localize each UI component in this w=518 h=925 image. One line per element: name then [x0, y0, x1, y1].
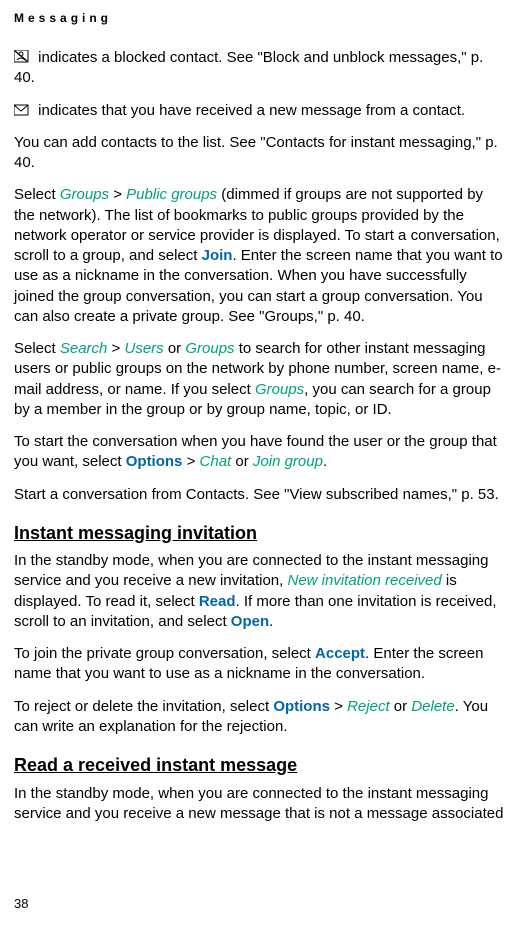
- page-header: Messaging: [14, 10, 504, 26]
- public-groups-link: Public groups: [126, 186, 217, 203]
- new-invitation-link: New invitation received: [287, 572, 441, 589]
- para-add-contacts: You can add contacts to the list. See "C…: [14, 133, 504, 174]
- text: .: [269, 613, 273, 630]
- page-number: 38: [14, 895, 28, 913]
- groups-link: Groups: [60, 186, 109, 203]
- heading-read-message: Read a received instant message: [14, 753, 504, 777]
- text: indicates that you have received a new m…: [34, 102, 465, 119]
- delete-link: Delete: [411, 698, 454, 715]
- users-link: Users: [125, 340, 164, 357]
- text: or: [390, 698, 412, 715]
- para-blocked-contact: indicates a blocked contact. See "Block …: [14, 48, 504, 89]
- para-start-conversation: To start the conversation when you have …: [14, 432, 504, 473]
- options-action: Options: [126, 453, 183, 470]
- text: >: [107, 340, 124, 357]
- para-select-groups: Select Groups > Public groups (dimmed if…: [14, 185, 504, 327]
- text: >: [109, 186, 126, 203]
- para-new-message: indicates that you have received a new m…: [14, 101, 504, 121]
- para-invitation-3: To reject or delete the invitation, sele…: [14, 697, 504, 738]
- text: To reject or delete the invitation, sele…: [14, 698, 273, 715]
- accept-action: Accept: [315, 645, 365, 662]
- para-read-message: In the standby mode, when you are connec…: [14, 784, 504, 825]
- para-start-from-contacts: Start a conversation from Contacts. See …: [14, 485, 504, 505]
- read-action: Read: [199, 593, 236, 610]
- text: or: [164, 340, 186, 357]
- groups-link-2: Groups: [255, 381, 304, 398]
- search-link: Search: [60, 340, 108, 357]
- text: To join the private group conversation, …: [14, 645, 315, 662]
- groups-link: Groups: [185, 340, 234, 357]
- blocked-contact-icon: [14, 50, 30, 64]
- open-action: Open: [231, 613, 269, 630]
- join-group-link: Join group: [253, 453, 323, 470]
- para-invitation-1: In the standby mode, when you are connec…: [14, 551, 504, 632]
- options-action: Options: [273, 698, 330, 715]
- text: Select: [14, 186, 60, 203]
- text: Select: [14, 340, 60, 357]
- new-message-icon: [14, 103, 30, 117]
- join-action: Join: [202, 247, 233, 264]
- para-select-search: Select Search > Users or Groups to searc…: [14, 339, 504, 420]
- reject-link: Reject: [347, 698, 390, 715]
- para-invitation-2: To join the private group conversation, …: [14, 644, 504, 685]
- text: >: [330, 698, 347, 715]
- heading-invitation: Instant messaging invitation: [14, 521, 504, 545]
- text: indicates a blocked contact. See "Block …: [14, 49, 483, 86]
- text: .: [323, 453, 327, 470]
- text: >: [182, 453, 199, 470]
- text: or: [231, 453, 253, 470]
- chat-link: Chat: [200, 453, 232, 470]
